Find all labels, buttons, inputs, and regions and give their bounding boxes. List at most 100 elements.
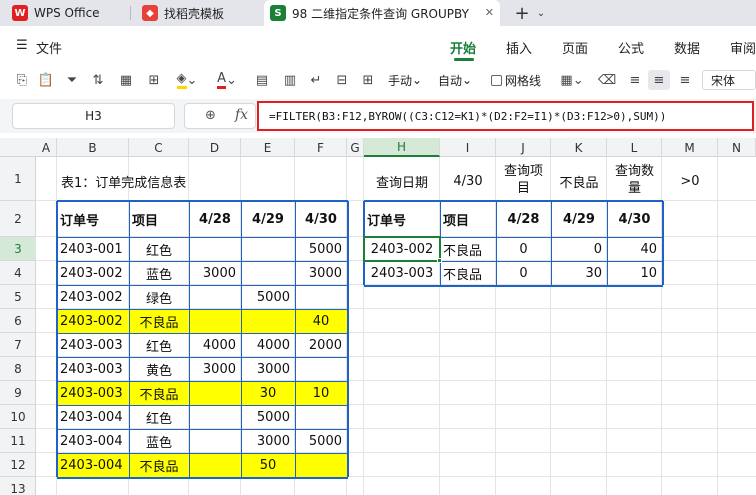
table1-cell[interactable]: 2403-002 bbox=[57, 261, 129, 285]
table1-cell[interactable]: 5000 bbox=[295, 237, 347, 261]
result-cell[interactable]: 0 bbox=[496, 261, 551, 285]
row-header-13[interactable]: 13 bbox=[0, 477, 36, 495]
table1-cell[interactable] bbox=[189, 285, 241, 309]
table1-cell[interactable]: 4000 bbox=[189, 333, 241, 357]
row-header-7[interactable]: 7 bbox=[0, 333, 36, 357]
table1-cell[interactable] bbox=[295, 357, 347, 381]
column-header-d[interactable]: D bbox=[189, 138, 241, 157]
row-header-8[interactable]: 8 bbox=[0, 357, 36, 381]
row-header-6[interactable]: 6 bbox=[0, 309, 36, 333]
table-style-icon[interactable]: ▤ bbox=[254, 70, 270, 90]
conditional-format-icon[interactable]: ▦⌄ bbox=[558, 70, 586, 90]
table1-cell[interactable]: 10 bbox=[295, 381, 347, 405]
gridlines-checkbox[interactable]: 网格线 bbox=[486, 70, 546, 90]
table1-cell[interactable]: 不良品 bbox=[129, 453, 189, 477]
row-header-2[interactable]: 2 bbox=[0, 201, 36, 237]
table1-cell[interactable]: 2403-004 bbox=[57, 405, 129, 429]
row-header-9[interactable]: 9 bbox=[0, 381, 36, 405]
row-header-10[interactable]: 10 bbox=[0, 405, 36, 429]
menu-page[interactable]: 页面 bbox=[562, 38, 588, 57]
table1-cell[interactable]: 不良品 bbox=[129, 381, 189, 405]
font-color-icon[interactable]: A ⌄ bbox=[214, 70, 240, 90]
table1-header-cell[interactable]: 项目 bbox=[129, 201, 189, 237]
fill-handle[interactable] bbox=[437, 258, 442, 263]
table1-cell[interactable]: 2403-003 bbox=[57, 357, 129, 381]
table1-cell[interactable]: 30 bbox=[241, 381, 295, 405]
table1-cell[interactable]: 5000 bbox=[295, 429, 347, 453]
table1-cell[interactable]: 50 bbox=[241, 453, 295, 477]
column-header-c[interactable]: C bbox=[129, 138, 189, 157]
table1-cell[interactable] bbox=[241, 261, 295, 285]
fill-color-icon[interactable]: ◈ ⌄ bbox=[174, 70, 200, 90]
table1-cell[interactable] bbox=[189, 309, 241, 333]
table1-cell[interactable]: 红色 bbox=[129, 237, 189, 261]
tab-docer[interactable]: ◆ 找稻壳模板 bbox=[136, 0, 256, 26]
chevron-down-icon[interactable]: ⌄ bbox=[534, 3, 548, 23]
column-header-n[interactable]: N bbox=[718, 138, 756, 157]
table1-cell[interactable]: 2403-004 bbox=[57, 429, 129, 453]
query-qty-value[interactable]: >0 bbox=[662, 170, 718, 192]
result-cell[interactable]: 2403-003 bbox=[364, 261, 440, 285]
column-header-m[interactable]: M bbox=[662, 138, 718, 157]
table1-cell[interactable]: 5000 bbox=[241, 285, 295, 309]
row-header-3[interactable]: 3 bbox=[0, 237, 36, 261]
table1-header-cell[interactable]: 订单号 bbox=[57, 201, 129, 237]
table1-cell[interactable]: 蓝色 bbox=[129, 429, 189, 453]
row-header-1[interactable]: 1 bbox=[0, 157, 36, 201]
table1-cell[interactable] bbox=[295, 285, 347, 309]
column-header-g[interactable]: G bbox=[347, 138, 364, 157]
table1-cell[interactable] bbox=[241, 237, 295, 261]
table1-cell[interactable]: 4000 bbox=[241, 333, 295, 357]
row-header-5[interactable]: 5 bbox=[0, 285, 36, 309]
table1-cell[interactable]: 3000 bbox=[241, 357, 295, 381]
table1-cell[interactable]: 2403-003 bbox=[57, 381, 129, 405]
merge-icon[interactable]: ⊟ bbox=[334, 70, 350, 90]
hamburger-menu-icon[interactable]: ☰ bbox=[16, 38, 28, 53]
column-header-h[interactable]: H bbox=[364, 138, 440, 157]
result-header-cell[interactable]: 项目 bbox=[440, 201, 496, 237]
format-painter-icon[interactable]: ⎘ bbox=[14, 70, 30, 90]
table1-cell[interactable] bbox=[295, 405, 347, 429]
table1-cell[interactable]: 3000 bbox=[241, 429, 295, 453]
row-header-4[interactable]: 4 bbox=[0, 261, 36, 285]
name-box[interactable]: H3 bbox=[12, 103, 175, 129]
table1-cell[interactable]: 3000 bbox=[295, 261, 347, 285]
result-header-cell[interactable]: 4/28 bbox=[496, 201, 551, 237]
result-cell[interactable]: 2403-002 bbox=[364, 237, 440, 261]
manual-calc-button[interactable]: 手动 ⌄ bbox=[384, 70, 426, 90]
border-icon[interactable]: ⊞ bbox=[146, 70, 162, 90]
table1-cell[interactable]: 3000 bbox=[189, 261, 241, 285]
paste-icon[interactable]: 📋 bbox=[38, 70, 54, 90]
cell-style-icon[interactable]: ▥ bbox=[282, 70, 298, 90]
column-header-i[interactable]: I bbox=[440, 138, 496, 157]
sort-icon[interactable]: ⇅ bbox=[90, 70, 106, 90]
result-cell[interactable]: 10 bbox=[607, 261, 662, 285]
align-center-icon[interactable]: ≡ bbox=[648, 70, 670, 90]
result-header-cell[interactable]: 订单号 bbox=[364, 201, 440, 237]
font-name-select[interactable]: 宋体 bbox=[702, 70, 756, 90]
result-cell[interactable]: 不良品 bbox=[440, 237, 496, 261]
result-cell[interactable]: 40 bbox=[607, 237, 662, 261]
table1-cell[interactable]: 蓝色 bbox=[129, 261, 189, 285]
tab-spreadsheet[interactable]: S 98 二维指定条件查询 GROUPBY ✕ bbox=[264, 0, 500, 26]
table1-header-cell[interactable]: 4/28 bbox=[189, 201, 241, 237]
insert-icon[interactable]: ⊞ bbox=[360, 70, 376, 90]
table1-cell[interactable] bbox=[189, 405, 241, 429]
result-cell[interactable]: 不良品 bbox=[440, 261, 496, 285]
table1-cell[interactable]: 红色 bbox=[129, 405, 189, 429]
menu-formula[interactable]: 公式 bbox=[618, 38, 644, 57]
table1-cell[interactable]: 5000 bbox=[241, 405, 295, 429]
result-header-cell[interactable]: 4/30 bbox=[607, 201, 662, 237]
column-header-j[interactable]: J bbox=[496, 138, 551, 157]
column-header-a[interactable]: A bbox=[36, 138, 57, 157]
table1-cell[interactable] bbox=[241, 309, 295, 333]
result-cell[interactable]: 30 bbox=[551, 261, 607, 285]
table1-cell[interactable] bbox=[189, 429, 241, 453]
table1-cell[interactable] bbox=[189, 381, 241, 405]
formula-input[interactable]: =FILTER(B3:F12,BYROW((C3:C12=K1)*(D2:F2=… bbox=[257, 101, 754, 131]
result-cell[interactable]: 0 bbox=[551, 237, 607, 261]
auto-calc-button[interactable]: 自动 ⌄ bbox=[434, 70, 476, 90]
table1-cell[interactable] bbox=[189, 453, 241, 477]
align-right-icon[interactable]: ≡ bbox=[676, 70, 694, 90]
table1-header-cell[interactable]: 4/29 bbox=[241, 201, 295, 237]
